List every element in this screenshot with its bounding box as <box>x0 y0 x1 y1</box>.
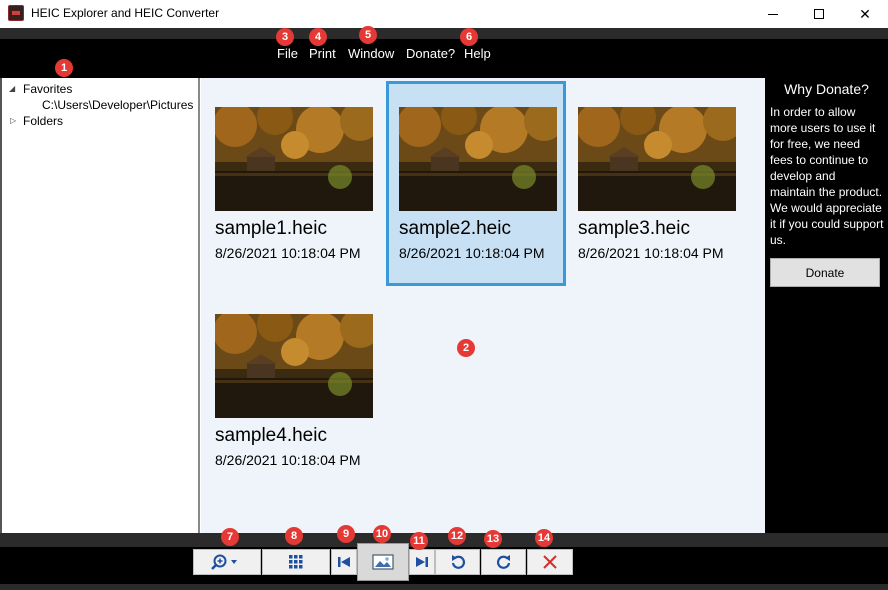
image-view-button[interactable] <box>357 543 409 581</box>
menu-bar: File Print Window Donate? Help <box>0 28 888 78</box>
first-image-button[interactable] <box>331 549 357 575</box>
file-name: sample1.heic <box>215 218 327 239</box>
zoom-button[interactable] <box>193 549 261 575</box>
callout-badge: 1 <box>55 59 73 77</box>
callout-badge: 8 <box>285 527 303 545</box>
rotate-left-icon <box>451 555 465 569</box>
callout-badge: 9 <box>337 525 355 543</box>
callout-badge: 3 <box>276 28 294 46</box>
file-date: 8/26/2021 10:18:04 PM <box>399 245 545 261</box>
delete-icon <box>543 555 557 569</box>
last-image-icon <box>416 557 428 567</box>
file-date: 8/26/2021 10:18:04 PM <box>578 245 724 261</box>
menu-window[interactable]: Window <box>348 46 394 61</box>
maximize-button[interactable] <box>796 0 842 28</box>
app-icon <box>8 5 24 21</box>
file-name: sample2.heic <box>399 218 511 239</box>
file-name: sample4.heic <box>215 425 327 446</box>
folder-tree: ◢ Favorites C:\Users\Developer\Pictures … <box>0 78 200 533</box>
menu-donate[interactable]: Donate? <box>406 46 455 61</box>
last-image-button[interactable] <box>409 549 435 575</box>
donate-text: In order to allow more users to use it f… <box>770 105 884 247</box>
tree-item-folders[interactable]: Folders <box>23 114 63 128</box>
callout-badge: 2 <box>457 339 475 357</box>
callout-badge: 13 <box>484 530 502 548</box>
thumbnail-image <box>399 107 557 211</box>
callout-badge: 12 <box>448 527 466 545</box>
menu-bar-strip <box>0 28 888 39</box>
file-name: sample3.heic <box>578 218 690 239</box>
donate-button[interactable]: Donate <box>770 258 880 287</box>
minimize-button[interactable] <box>750 0 796 28</box>
rotate-right-button[interactable] <box>481 549 526 575</box>
tree-item-favorite-path[interactable]: C:\Users\Developer\Pictures <box>42 98 193 112</box>
image-gallery[interactable]: sample1.heic 8/26/2021 10:18:04 PM sampl… <box>201 78 765 533</box>
rotate-left-button[interactable] <box>435 549 480 575</box>
minimize-icon <box>768 13 778 15</box>
delete-button[interactable] <box>527 549 573 575</box>
menu-print[interactable]: Print <box>309 46 336 61</box>
callout-badge: 11 <box>410 532 428 550</box>
menu-file[interactable]: File <box>277 46 298 61</box>
file-date: 8/26/2021 10:18:04 PM <box>215 245 361 261</box>
file-date: 8/26/2021 10:18:04 PM <box>215 452 361 468</box>
gallery-item[interactable]: sample3.heic 8/26/2021 10:18:04 PM <box>565 81 745 286</box>
thumbnail-image <box>215 107 373 211</box>
collapsed-icon[interactable]: ▷ <box>10 116 16 125</box>
gallery-item[interactable]: sample4.heic 8/26/2021 10:18:04 PM <box>202 288 382 493</box>
donate-panel: Why Donate? In order to allow more users… <box>765 78 888 533</box>
first-image-icon <box>338 557 350 567</box>
close-icon: ✕ <box>859 5 871 22</box>
expanded-icon[interactable]: ◢ <box>9 84 15 93</box>
callout-badge: 4 <box>309 28 327 46</box>
bottom-strip <box>0 584 888 590</box>
window-title: HEIC Explorer and HEIC Converter <box>31 6 220 20</box>
grid-view-icon <box>289 555 303 569</box>
gallery-item-selected[interactable]: sample2.heic 8/26/2021 10:18:04 PM <box>386 81 566 286</box>
menu-help[interactable]: Help <box>464 46 491 61</box>
maximize-icon <box>814 9 824 19</box>
toolbar-strip <box>0 533 888 547</box>
bottom-toolbar <box>0 533 888 590</box>
title-bar: HEIC Explorer and HEIC Converter ✕ <box>0 0 888 28</box>
rotate-right-icon <box>496 555 510 569</box>
tree-item-favorites[interactable]: Favorites <box>23 82 72 96</box>
callout-badge: 10 <box>373 525 391 543</box>
callout-badge: 14 <box>535 529 553 547</box>
donate-title: Why Donate? <box>784 81 869 97</box>
thumbnail-image <box>215 314 373 418</box>
thumbnail-image <box>578 107 736 211</box>
gallery-item[interactable]: sample1.heic 8/26/2021 10:18:04 PM <box>202 81 382 286</box>
callout-badge: 7 <box>221 528 239 546</box>
image-view-icon <box>372 554 394 570</box>
close-button[interactable]: ✕ <box>842 0 888 28</box>
callout-badge: 6 <box>460 28 478 46</box>
grid-view-button[interactable] <box>262 549 330 575</box>
zoom-dropdown-icon <box>211 554 237 570</box>
callout-badge: 5 <box>359 26 377 44</box>
